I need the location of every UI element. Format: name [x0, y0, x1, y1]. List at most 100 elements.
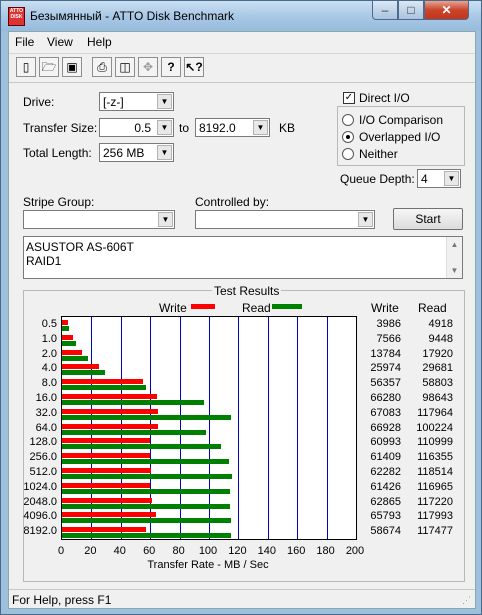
- chevron-down-icon[interactable]: ▼: [358, 212, 373, 227]
- stripe-group-select[interactable]: ▼: [23, 210, 175, 229]
- menu-bar: File View Help: [9, 32, 475, 52]
- x-tick-label: 60: [143, 545, 156, 557]
- category-label: 64.0: [35, 421, 57, 434]
- description-textarea[interactable]: ASUSTOR AS-606T RAID1 ▲ ▼: [23, 236, 463, 279]
- write-value: 62865: [370, 495, 401, 508]
- x-tick-label: 40: [113, 545, 126, 557]
- close-button[interactable]: ✕: [424, 1, 469, 20]
- transfer-from-value: 0.5: [134, 121, 151, 135]
- menu-file[interactable]: File: [15, 35, 34, 49]
- category-label: 16.0: [35, 392, 57, 404]
- x-tick-label: 80: [172, 545, 185, 557]
- io-comparison-label: I/O Comparison: [359, 113, 444, 127]
- write-bar: [62, 349, 82, 355]
- print-icon[interactable]: ⎙: [92, 57, 112, 77]
- read-value: 58803: [422, 377, 453, 390]
- controlled-by-select[interactable]: ▼: [195, 210, 375, 229]
- read-value: 29681: [422, 362, 453, 375]
- x-axis-label: Transfer Rate - MB / Sec: [147, 559, 269, 571]
- overlapped-io-radio[interactable]: [342, 131, 354, 143]
- description-scrollbar[interactable]: ▲ ▼: [446, 237, 462, 278]
- overlapped-io-label: Overlapped I/O: [359, 130, 441, 144]
- read-legend-swatch: [272, 304, 302, 309]
- queue-depth-select[interactable]: 4 ▼: [417, 169, 461, 188]
- description-line-2: RAID1: [26, 254, 62, 268]
- category-label: 128.0: [29, 436, 57, 449]
- transfer-from-select[interactable]: 0.5 ▼: [99, 118, 174, 137]
- read-value: 110999: [417, 436, 453, 449]
- total-length-label: Total Length:: [23, 146, 92, 160]
- chevron-down-icon[interactable]: ▼: [444, 171, 459, 186]
- menu-view[interactable]: View: [47, 35, 73, 49]
- read-value: 116355: [417, 451, 453, 464]
- category-label: 2048.0: [23, 495, 57, 508]
- resize-grip-icon[interactable]: ⋰: [462, 595, 471, 606]
- io-comparison-radio[interactable]: [342, 114, 354, 126]
- menu-help[interactable]: Help: [87, 35, 112, 49]
- category-label: 4.0: [41, 362, 57, 375]
- write-value: 65793: [370, 510, 401, 523]
- scroll-down-icon[interactable]: ▼: [447, 263, 462, 278]
- chevron-down-icon[interactable]: ▼: [158, 212, 173, 227]
- save-icon[interactable]: ▣: [62, 57, 82, 77]
- write-bar: [62, 438, 150, 444]
- write-bar: [62, 453, 151, 459]
- total-length-value: 256 MB: [103, 146, 145, 160]
- read-value: 116965: [417, 480, 453, 493]
- atto-app-icon: ATTO DISK: [8, 7, 25, 26]
- transfer-to-select[interactable]: 8192.0 ▼: [195, 118, 270, 137]
- write-bar: [62, 497, 153, 503]
- direct-io-checkbox[interactable]: ✓: [343, 92, 355, 104]
- maximize-button[interactable]: □: [398, 1, 424, 20]
- neither-radio[interactable]: [342, 148, 354, 160]
- category-label: 1.0: [41, 332, 57, 345]
- chevron-down-icon[interactable]: ▼: [253, 120, 268, 135]
- write-value: 66280: [370, 392, 401, 404]
- read-bar: [62, 326, 70, 331]
- read-bar: [62, 474, 233, 479]
- write-bar: [62, 379, 143, 385]
- write-bar: [62, 394, 158, 399]
- category-label: 4096.0: [23, 510, 57, 523]
- category-label: 8.0: [41, 377, 57, 390]
- read-value: 117964: [417, 406, 453, 419]
- x-tick-label: 180: [316, 545, 335, 557]
- read-bar: [62, 488, 230, 494]
- read-legend-label: Read: [242, 301, 271, 315]
- chevron-down-icon[interactable]: ▼: [157, 94, 172, 109]
- drive-value: [-z-]: [103, 95, 124, 109]
- x-tick-label: 140: [257, 545, 276, 557]
- chevron-down-icon[interactable]: ▼: [157, 145, 172, 160]
- test-results-title: Test Results: [212, 284, 282, 298]
- read-bar: [62, 414, 232, 420]
- start-button[interactable]: Start: [393, 208, 463, 230]
- scroll-up-icon[interactable]: ▲: [447, 237, 462, 252]
- grid-line: [268, 317, 269, 539]
- context-help-icon[interactable]: ↖?: [184, 57, 204, 77]
- help-icon[interactable]: ?: [161, 57, 181, 77]
- move-icon[interactable]: ✥: [138, 57, 158, 77]
- new-icon[interactable]: ▯: [16, 57, 36, 77]
- open-icon[interactable]: 🗁: [39, 57, 59, 77]
- chevron-down-icon[interactable]: ▼: [157, 120, 172, 135]
- write-bar: [62, 512, 157, 518]
- read-bar: [62, 340, 76, 346]
- write-value: 61426: [370, 480, 401, 493]
- print-preview-icon[interactable]: ◫: [115, 57, 135, 77]
- minimize-button[interactable]: –: [372, 1, 398, 20]
- write-bar: [62, 320, 68, 325]
- drive-select[interactable]: [-z-] ▼: [99, 92, 174, 111]
- direct-io-label: Direct I/O: [359, 91, 410, 105]
- read-bar: [62, 533, 231, 539]
- category-label: 32.0: [35, 406, 57, 419]
- total-length-select[interactable]: 256 MB ▼: [99, 143, 174, 162]
- read-value: 117477: [417, 525, 453, 538]
- read-value: 100224: [416, 421, 453, 434]
- stripe-group-label: Stripe Group:: [23, 195, 95, 209]
- write-value: 61409: [370, 451, 401, 464]
- read-value: 4918: [428, 318, 453, 330]
- title-bar[interactable]: ATTO DISK Безымянный - ATTO Disk Benchmar…: [1, 1, 481, 31]
- write-value: 66928: [370, 421, 401, 434]
- queue-depth-value: 4: [421, 172, 428, 186]
- x-tick-label: 120: [228, 545, 247, 557]
